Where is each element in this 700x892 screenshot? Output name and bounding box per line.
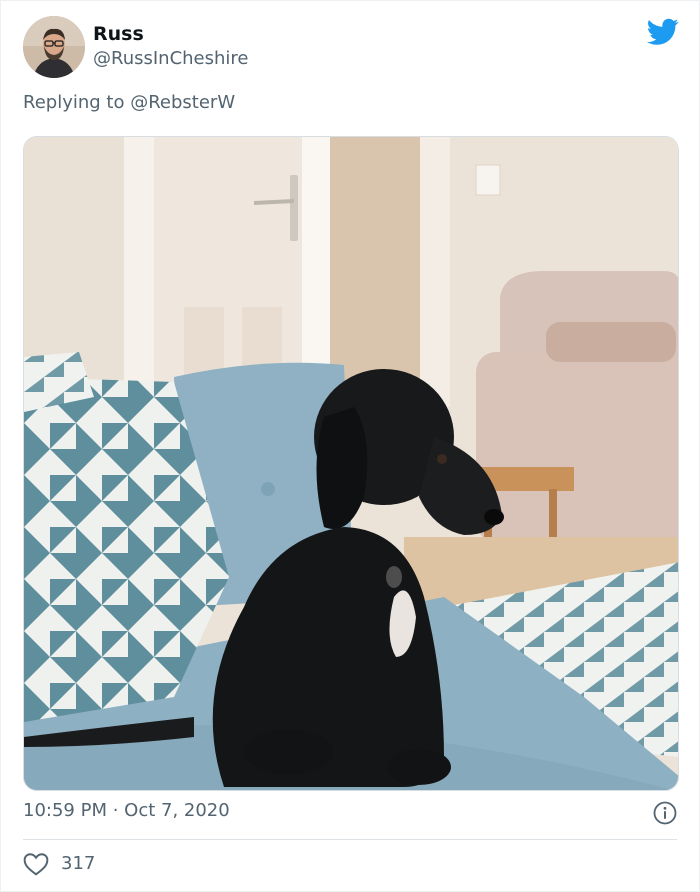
tweet-photo[interactable]	[23, 136, 679, 791]
avatar[interactable]	[23, 16, 85, 78]
author-name[interactable]: Russ	[93, 23, 144, 45]
heart-icon[interactable]	[23, 852, 49, 876]
replying-to-mention[interactable]: @RebsterW	[130, 92, 235, 113]
tweet-card: Russ @RussInCheshire Replying to @Rebste…	[0, 0, 700, 892]
replying-prefix: Replying to	[23, 92, 125, 113]
like-count: 317	[61, 853, 96, 874]
author-handle[interactable]: @RussInCheshire	[93, 48, 249, 69]
replying-to: Replying to @RebsterW	[23, 92, 235, 113]
info-icon[interactable]	[653, 801, 677, 825]
tweet-timestamp[interactable]: 10:59 PM · Oct 7, 2020	[23, 800, 230, 821]
twitter-bird-icon[interactable]	[646, 18, 679, 46]
divider	[23, 839, 677, 840]
